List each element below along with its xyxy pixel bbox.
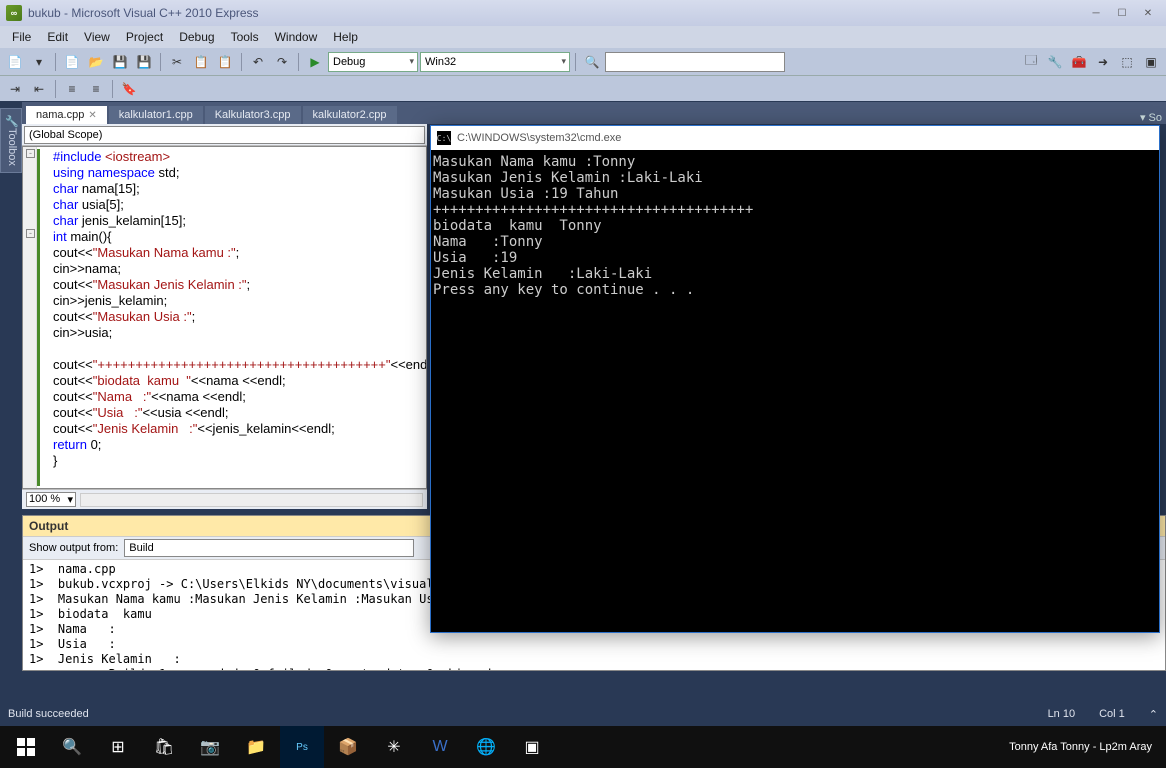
menu-bar: File Edit View Project Debug Tools Windo… [0, 26, 1166, 48]
uncomment-icon[interactable]: ≡ [85, 78, 107, 100]
menu-file[interactable]: File [4, 28, 39, 46]
secondary-toolbar: ⇥ ⇤ ≡ ≡ 🔖 [0, 76, 1166, 102]
menu-edit[interactable]: Edit [39, 28, 76, 46]
zoom-dropdown[interactable]: 100 %▾ [26, 492, 76, 507]
code-editor[interactable]: - #include <iostream> using namespace st… [22, 146, 427, 489]
properties-icon[interactable]: 🔧 [1044, 51, 1066, 73]
tab-kalkulator2[interactable]: kalkulator2.cpp [303, 106, 397, 124]
open-icon[interactable]: 📂 [85, 51, 107, 73]
outline-toggle[interactable]: - [26, 149, 35, 158]
bookmark-icon[interactable]: 🔖 [118, 78, 140, 100]
indent-icon[interactable]: ⇥ [4, 78, 26, 100]
save-icon[interactable]: 💾 [109, 51, 131, 73]
paste-icon[interactable]: 📋 [214, 51, 236, 73]
tab-kalkulator1[interactable]: kalkulator1.cpp [109, 106, 203, 124]
copy-icon[interactable]: 📋 [190, 51, 212, 73]
save-all-icon[interactable]: 💾 [133, 51, 155, 73]
menu-help[interactable]: Help [325, 28, 366, 46]
ext-manager-icon[interactable]: ⬚ [1116, 51, 1138, 73]
output-source-dropdown[interactable]: Build [124, 539, 414, 557]
comment-icon[interactable]: ≡ [61, 78, 83, 100]
start-page-icon[interactable]: ➜ [1092, 51, 1114, 73]
taskbar-user: Tonny Afa Tonny - Lp2m Aray [999, 741, 1162, 753]
cmd-icon: C:\ [437, 131, 451, 145]
app-icon-1[interactable]: 📷 [188, 726, 232, 768]
outdent-icon[interactable]: ⇤ [28, 78, 50, 100]
undo-icon[interactable]: ↶ [247, 51, 269, 73]
app-icon-2[interactable]: 📦 [326, 726, 370, 768]
new-file-icon[interactable]: 📄 [61, 51, 83, 73]
search-icon[interactable]: 🔍 [50, 726, 94, 768]
window-title: bukub - Microsoft Visual C++ 2010 Expres… [28, 6, 259, 20]
tab-nama[interactable]: nama.cpp✕ [26, 106, 107, 124]
solution-explorer-icon[interactable]: 🗔 [1020, 51, 1042, 73]
word-icon[interactable]: W [418, 726, 462, 768]
app-icon: ∞ [6, 5, 22, 21]
find-icon[interactable]: 🔍 [581, 51, 603, 73]
search-input[interactable] [605, 52, 785, 72]
close-button[interactable]: ✕ [1136, 5, 1160, 21]
start-button[interactable] [4, 726, 48, 768]
chrome-icon[interactable]: 🌐 [464, 726, 508, 768]
toolbox-icon[interactable]: 🧰 [1068, 51, 1090, 73]
scope-dropdown[interactable]: (Global Scope) [24, 126, 425, 144]
status-message: Build succeeded [8, 708, 89, 720]
cut-icon[interactable]: ✂ [166, 51, 188, 73]
windows-taskbar: 🔍 ⊞ 🛍 📷 📁 Ps 📦 ✳ W 🌐 ▣ Tonny Afa Tonny -… [0, 726, 1166, 768]
menu-view[interactable]: View [76, 28, 118, 46]
editor-tabs: nama.cpp✕ kalkulator1.cpp Kalkulator3.cp… [22, 102, 1166, 124]
scope-bar: (Global Scope) [22, 124, 427, 146]
tabs-overflow[interactable]: ▾ So [1136, 111, 1166, 124]
minimize-button[interactable]: ─ [1084, 5, 1108, 21]
start-debug-icon[interactable]: ▶ [304, 51, 326, 73]
redo-icon[interactable]: ↷ [271, 51, 293, 73]
status-col: Col 1 [1099, 708, 1125, 720]
status-chevron[interactable]: ⌃ [1149, 708, 1158, 721]
menu-tools[interactable]: Tools [223, 28, 267, 46]
window-icon[interactable]: ▣ [1140, 51, 1162, 73]
toolbox-tab[interactable]: 🔧Toolbox [0, 108, 22, 173]
menu-window[interactable]: Window [267, 28, 326, 46]
app-icon-3[interactable]: ✳ [372, 726, 416, 768]
add-item-icon[interactable]: ▾ [28, 51, 50, 73]
cmd-taskbar-icon[interactable]: ▣ [510, 726, 554, 768]
status-line: Ln 10 [1048, 708, 1076, 720]
main-toolbar: 📄 ▾ 📄 📂 💾 💾 ✂ 📋 📋 ↶ ↷ ▶ Debug Win32 🔍 🗔 … [0, 48, 1166, 76]
output-from-label: Show output from: [29, 542, 118, 554]
editor-gutter [23, 147, 37, 488]
store-icon[interactable]: 🛍 [142, 726, 186, 768]
cmd-title: C:\WINDOWS\system32\cmd.exe [457, 132, 621, 144]
explorer-icon[interactable]: 📁 [234, 726, 278, 768]
change-marker [37, 149, 40, 486]
maximize-button[interactable]: ☐ [1110, 5, 1134, 21]
close-icon[interactable]: ✕ [88, 110, 96, 121]
photoshop-icon[interactable]: Ps [280, 726, 324, 768]
horizontal-scrollbar[interactable] [80, 493, 423, 507]
task-view-icon[interactable]: ⊞ [96, 726, 140, 768]
cmd-window[interactable]: C:\ C:\WINDOWS\system32\cmd.exe Masukan … [430, 125, 1160, 633]
left-dock: 🔧Toolbox [0, 102, 22, 717]
cmd-titlebar[interactable]: C:\ C:\WINDOWS\system32\cmd.exe [431, 126, 1159, 150]
menu-debug[interactable]: Debug [171, 28, 222, 46]
tab-kalkulator3[interactable]: Kalkulator3.cpp [205, 106, 301, 124]
outline-toggle-2[interactable]: - [26, 229, 35, 238]
cmd-output: Masukan Nama kamu :Tonny Masukan Jenis K… [431, 150, 1159, 302]
config-dropdown[interactable]: Debug [328, 52, 418, 72]
editor-statusbar: 100 %▾ [22, 489, 427, 509]
window-titlebar: ∞ bukub - Microsoft Visual C++ 2010 Expr… [0, 0, 1166, 26]
platform-dropdown[interactable]: Win32 [420, 52, 570, 72]
status-bar: Build succeeded Ln 10 Col 1 ⌃ [0, 702, 1166, 726]
menu-project[interactable]: Project [118, 28, 171, 46]
new-project-icon[interactable]: 📄 [4, 51, 26, 73]
